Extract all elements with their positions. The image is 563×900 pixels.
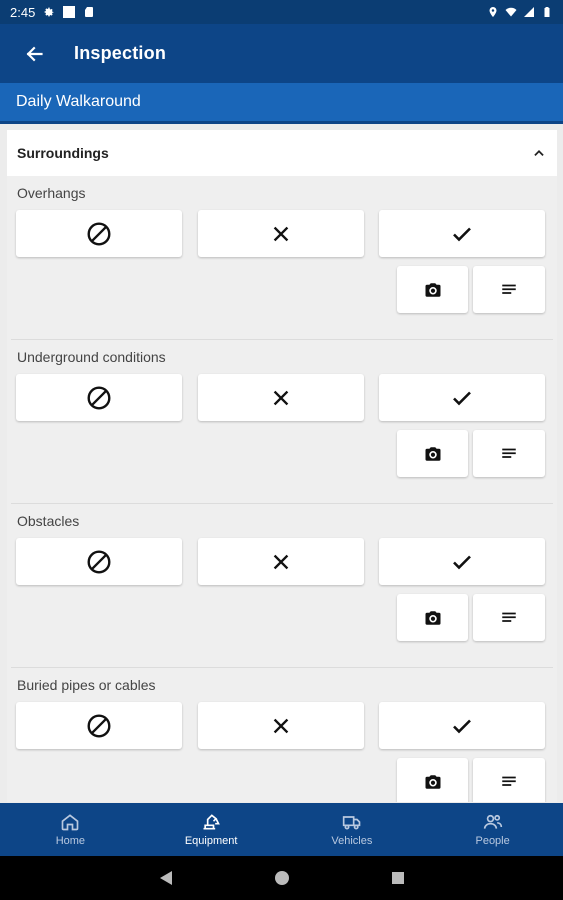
add-photo-button[interactable]	[397, 594, 468, 641]
notes-icon	[502, 776, 516, 786]
nav-item-people[interactable]: People	[422, 803, 563, 856]
not-applicable-button[interactable]	[16, 374, 182, 421]
notes-icon	[502, 448, 516, 458]
not-applicable-button[interactable]	[16, 210, 182, 257]
add-note-button[interactable]	[473, 758, 545, 802]
item-label: Buried pipes or cables	[17, 677, 156, 693]
pass-button[interactable]	[379, 374, 545, 421]
cross-icon	[273, 554, 289, 569]
check-icon	[453, 555, 471, 569]
nav-label: Equipment	[184, 835, 238, 847]
fail-button[interactable]	[198, 538, 364, 585]
bottom-navigation: Home Equipment Vehicles People	[0, 803, 563, 856]
page-title: Inspection	[74, 43, 167, 63]
add-photo-button[interactable]	[397, 758, 468, 802]
nav-label: Home	[55, 835, 86, 847]
signal-icon	[524, 7, 534, 17]
camera-icon	[425, 610, 440, 625]
square-icon	[63, 6, 76, 18]
pass-button[interactable]	[379, 702, 545, 749]
back-triangle-icon[interactable]	[156, 868, 176, 888]
location-icon	[489, 7, 497, 17]
people-icon	[483, 814, 502, 829]
check-icon	[453, 227, 471, 241]
cross-icon	[273, 718, 289, 733]
truck-icon	[342, 816, 361, 830]
check-icon	[453, 391, 471, 405]
checklist-item: Overhangs	[11, 176, 553, 340]
add-photo-button[interactable]	[397, 430, 468, 477]
status-bar: 2:45	[0, 0, 563, 24]
notes-icon	[502, 612, 516, 622]
wifi-icon	[505, 7, 517, 17]
gear-icon	[44, 7, 54, 17]
fail-button[interactable]	[198, 374, 364, 421]
not-applicable-icon	[87, 714, 111, 737]
app-bar: Inspection	[0, 24, 563, 83]
section-header-surroundings[interactable]: Surroundings	[7, 130, 557, 176]
fail-button[interactable]	[198, 210, 364, 257]
camera-icon	[425, 282, 440, 297]
cross-icon	[273, 226, 289, 241]
camera-icon	[425, 774, 440, 789]
item-label: Underground conditions	[17, 349, 166, 365]
item-label: Overhangs	[17, 185, 86, 201]
nav-item-equipment[interactable]: Equipment	[141, 803, 282, 856]
nav-item-home[interactable]: Home	[0, 803, 141, 856]
nav-label: People	[475, 835, 510, 847]
nav-label: Vehicles	[331, 835, 373, 847]
sd-card-icon	[85, 7, 94, 17]
add-note-button[interactable]	[473, 594, 545, 641]
not-applicable-button[interactable]	[16, 702, 182, 749]
check-icon	[453, 719, 471, 733]
back-button[interactable]	[16, 36, 52, 72]
pass-button[interactable]	[379, 538, 545, 585]
notes-icon	[502, 284, 516, 294]
arrow-left-icon	[26, 46, 43, 61]
camera-icon	[425, 446, 440, 461]
add-note-button[interactable]	[473, 266, 545, 313]
add-note-button[interactable]	[473, 430, 545, 477]
chevron-up-icon[interactable]	[531, 145, 547, 161]
checklist-item: Underground conditions	[11, 340, 553, 504]
item-label: Obstacles	[17, 513, 80, 529]
battery-icon	[544, 7, 550, 17]
checklist-title: Daily Walkaround	[0, 83, 563, 124]
not-applicable-icon	[87, 550, 111, 573]
home-circle-icon[interactable]	[272, 868, 292, 888]
checklist-item: Obstacles	[11, 504, 553, 668]
not-applicable-icon	[87, 386, 111, 409]
section-title: Surroundings	[17, 145, 109, 161]
cross-icon	[273, 390, 289, 405]
excavator-icon	[203, 814, 220, 830]
not-applicable-button[interactable]	[16, 538, 182, 585]
inspection-content[interactable]: Surroundings Overhangs Underground condi…	[7, 130, 557, 802]
fail-button[interactable]	[198, 702, 364, 749]
add-photo-button[interactable]	[397, 266, 468, 313]
checklist-item: Buried pipes or cables	[11, 668, 553, 802]
status-time: 2:45	[10, 4, 36, 20]
home-icon	[62, 814, 79, 831]
recents-square-icon[interactable]	[388, 868, 408, 888]
not-applicable-icon	[87, 222, 111, 245]
system-navigation-bar	[0, 856, 563, 900]
nav-item-vehicles[interactable]: Vehicles	[282, 803, 423, 856]
pass-button[interactable]	[379, 210, 545, 257]
